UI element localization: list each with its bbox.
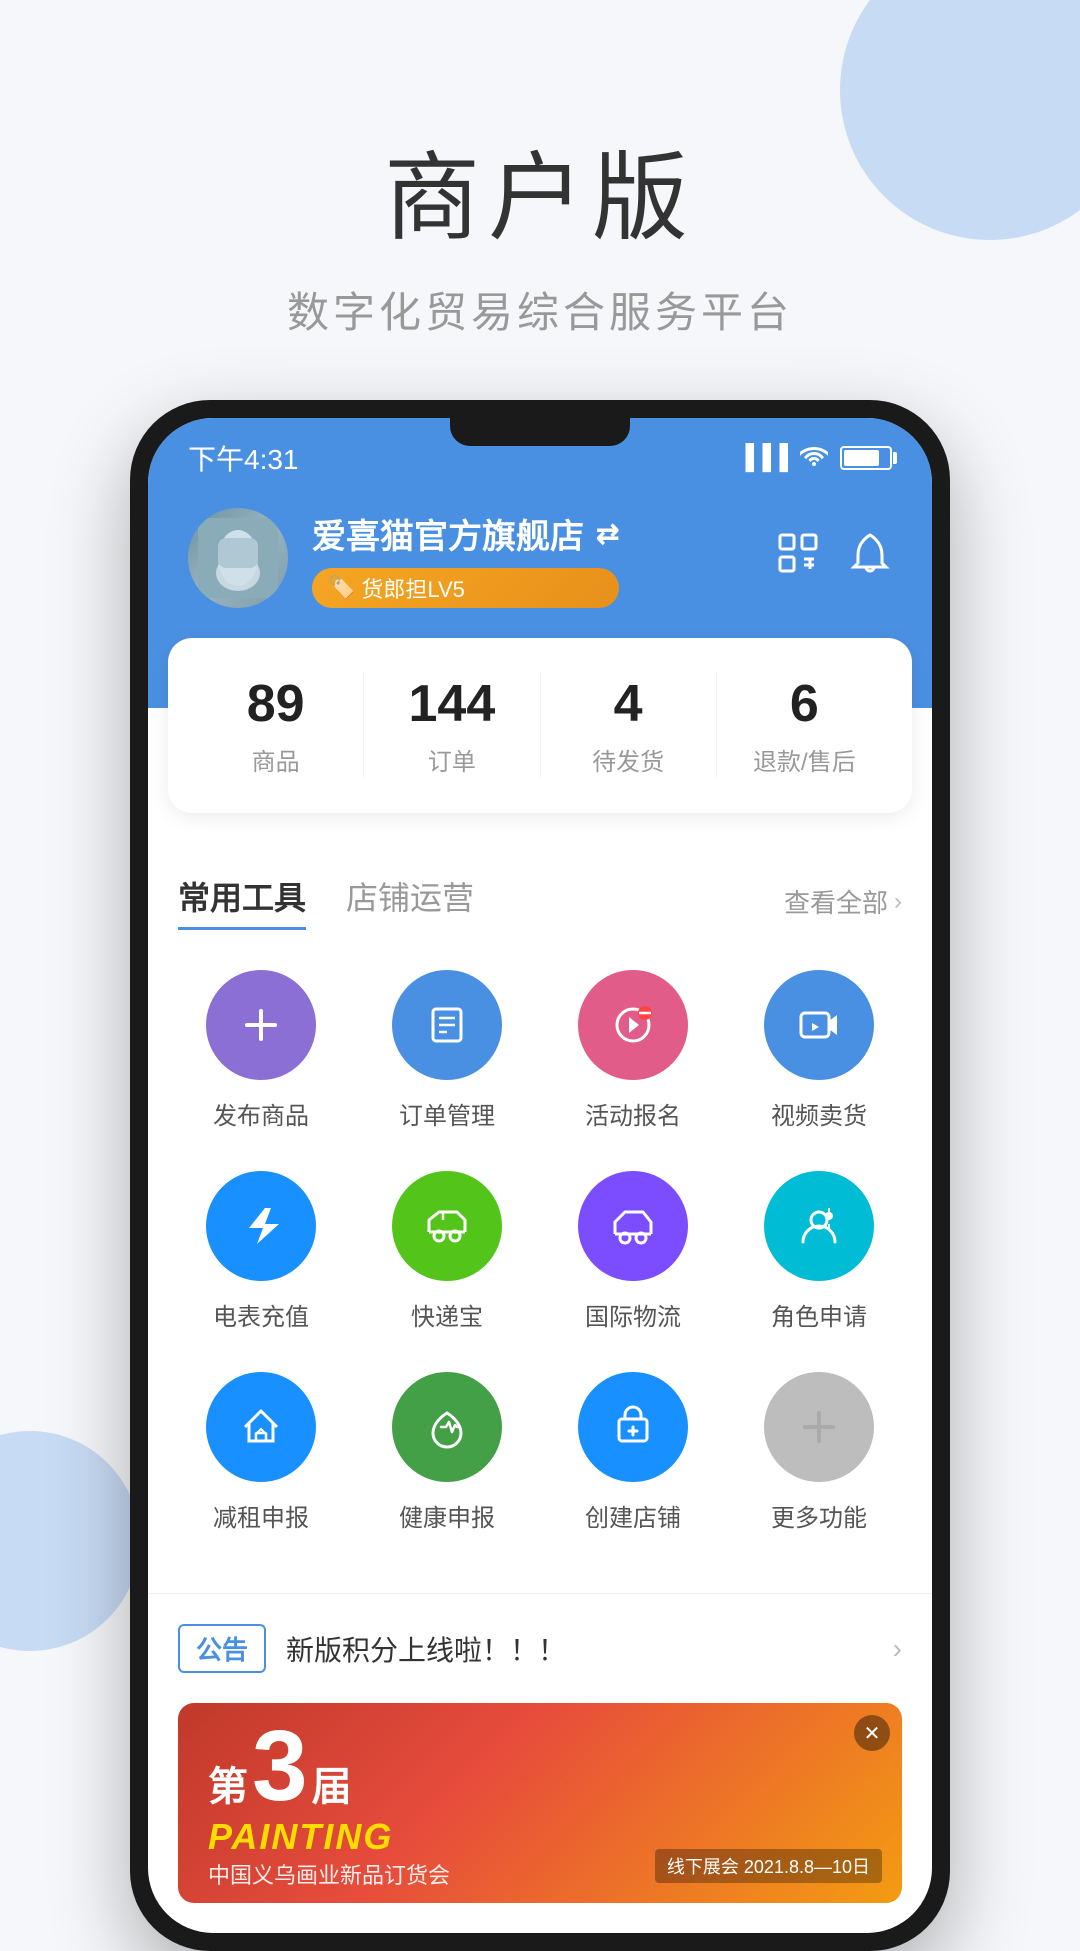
stat-item-0[interactable]: 89 商品	[188, 674, 363, 777]
banner-subtitle: 中国义乌画业新品订货会	[208, 1858, 450, 1890]
tool-label-rent: 减租申报	[213, 1498, 309, 1533]
phone-frame: 下午4:31 ▐▐▐	[130, 400, 950, 1951]
stat-number-1: 144	[364, 674, 539, 734]
tool-icon-role	[764, 1171, 874, 1281]
tool-icon-logistics	[578, 1171, 688, 1281]
tool-label-orders: 订单管理	[399, 1096, 495, 1131]
tool-item-role[interactable]: 角色申请	[736, 1171, 902, 1332]
stat-label-0: 商品	[188, 742, 363, 777]
banner[interactable]: 第 3 届 PAINTING 中国义乌画业新品订货会 ✕ 线下展会 2021.8…	[178, 1703, 902, 1903]
status-time: 下午4:31	[188, 438, 299, 478]
banner-date: 线下展会 2021.8.8—10日	[655, 1849, 882, 1883]
tool-item-create[interactable]: 创建店铺	[550, 1372, 716, 1533]
banner-prefix: 第	[208, 1754, 248, 1812]
tool-icon-activity	[578, 970, 688, 1080]
stat-item-3[interactable]: 6 退款/售后	[716, 674, 892, 777]
tool-item-more[interactable]: 更多功能	[736, 1372, 902, 1533]
tool-icon-health	[392, 1372, 502, 1482]
main-content: 常用工具 店铺运营 查看全部 › 发布商品 订单管理 活动报名	[148, 833, 932, 1573]
tool-icon-publish	[206, 970, 316, 1080]
battery-icon	[840, 446, 892, 470]
tool-label-express: 快递宝	[411, 1297, 483, 1332]
notification-icon[interactable]	[848, 531, 892, 585]
user-row: 爱喜猫官方旗舰店 ⇄ 🏷️ 货郎担LV5	[188, 508, 892, 608]
level-icon: 🏷️	[328, 575, 355, 601]
stat-number-2: 4	[541, 674, 716, 734]
announce-arrow-icon: ›	[893, 1633, 902, 1665]
app-subtitle: 数字化贸易综合服务平台	[0, 279, 1080, 340]
user-info: 爱喜猫官方旗舰店 ⇄ 🏷️ 货郎担LV5	[312, 509, 619, 608]
chevron-right-icon: ›	[894, 888, 902, 916]
tool-icon-create	[578, 1372, 688, 1482]
user-right	[776, 531, 892, 585]
tool-label-role: 角色申请	[771, 1297, 867, 1332]
view-all-button[interactable]: 查看全部 ›	[784, 883, 902, 920]
stat-number-3: 6	[717, 674, 892, 734]
tool-label-activity: 活动报名	[585, 1096, 681, 1131]
tool-icon-orders	[392, 970, 502, 1080]
banner-title: PAINTING	[208, 1816, 393, 1858]
tool-item-electricity[interactable]: 电表充值	[178, 1171, 344, 1332]
header-section: 商户版 数字化贸易综合服务平台	[0, 0, 1080, 400]
stats-card: 89 商品 144 订单 4 待发货 6 退款/售后	[168, 638, 912, 813]
tool-label-video: 视频卖货	[771, 1096, 867, 1131]
banner-suffix: 届	[312, 1754, 352, 1812]
signal-icon: ▐▐▐	[737, 444, 788, 472]
level-badge: 🏷️ 货郎担LV5	[312, 568, 619, 608]
tab-shop-operations[interactable]: 店铺运营	[346, 873, 474, 930]
user-name: 爱喜猫官方旗舰店 ⇄	[312, 509, 619, 558]
avatar-image	[188, 508, 288, 608]
stat-number-0: 89	[188, 674, 363, 734]
tool-item-express[interactable]: 快递宝	[364, 1171, 530, 1332]
tool-icon-video	[764, 970, 874, 1080]
stat-item-2[interactable]: 4 待发货	[540, 674, 716, 777]
avatar	[188, 508, 288, 608]
tool-item-health[interactable]: 健康申报	[364, 1372, 530, 1533]
announcement-bar[interactable]: 公告 新版积分上线啦！！！ ›	[148, 1593, 932, 1703]
switch-icon[interactable]: ⇄	[596, 517, 619, 550]
tool-icon-more	[764, 1372, 874, 1482]
tool-item-publish[interactable]: 发布商品	[178, 970, 344, 1131]
tool-item-orders[interactable]: 订单管理	[364, 970, 530, 1131]
tool-label-create: 创建店铺	[585, 1498, 681, 1533]
tool-label-publish: 发布商品	[213, 1096, 309, 1131]
stat-label-1: 订单	[364, 742, 539, 777]
phone-wrapper: 下午4:31 ▐▐▐	[0, 400, 1080, 1951]
tool-icon-rent	[206, 1372, 316, 1482]
scan-icon[interactable]	[776, 531, 820, 585]
announce-text: 新版积分上线啦！！！	[286, 1629, 873, 1669]
tool-icon-electricity	[206, 1171, 316, 1281]
wifi-icon	[800, 444, 828, 473]
tab-common-tools[interactable]: 常用工具	[178, 873, 306, 930]
stat-label-3: 退款/售后	[717, 742, 892, 777]
banner-number: 3	[252, 1716, 308, 1816]
tool-item-video[interactable]: 视频卖货	[736, 970, 902, 1131]
user-left: 爱喜猫官方旗舰店 ⇄ 🏷️ 货郎担LV5	[188, 508, 619, 608]
tool-label-more: 更多功能	[771, 1498, 867, 1533]
tool-item-rent[interactable]: 减租申报	[178, 1372, 344, 1533]
app-title: 商户版	[0, 120, 1080, 259]
tool-label-electricity: 电表充值	[213, 1297, 309, 1332]
phone-screen: 下午4:31 ▐▐▐	[148, 418, 932, 1933]
status-icons: ▐▐▐	[737, 444, 892, 473]
announce-tag: 公告	[178, 1624, 266, 1673]
tool-item-activity[interactable]: 活动报名	[550, 970, 716, 1131]
tool-icon-express	[392, 1171, 502, 1281]
stat-label-2: 待发货	[541, 742, 716, 777]
phone-notch	[450, 418, 630, 446]
tool-item-logistics[interactable]: 国际物流	[550, 1171, 716, 1332]
stat-item-1[interactable]: 144 订单	[363, 674, 539, 777]
tool-label-health: 健康申报	[399, 1498, 495, 1533]
tabs-row: 常用工具 店铺运营 查看全部 ›	[178, 873, 902, 930]
tool-label-logistics: 国际物流	[585, 1297, 681, 1332]
banner-close-button[interactable]: ✕	[854, 1715, 890, 1751]
tabs-left: 常用工具 店铺运营	[178, 873, 474, 930]
tools-grid: 发布商品 订单管理 活动报名 视频卖货 电表充值 快递宝 国际物流	[178, 970, 902, 1533]
